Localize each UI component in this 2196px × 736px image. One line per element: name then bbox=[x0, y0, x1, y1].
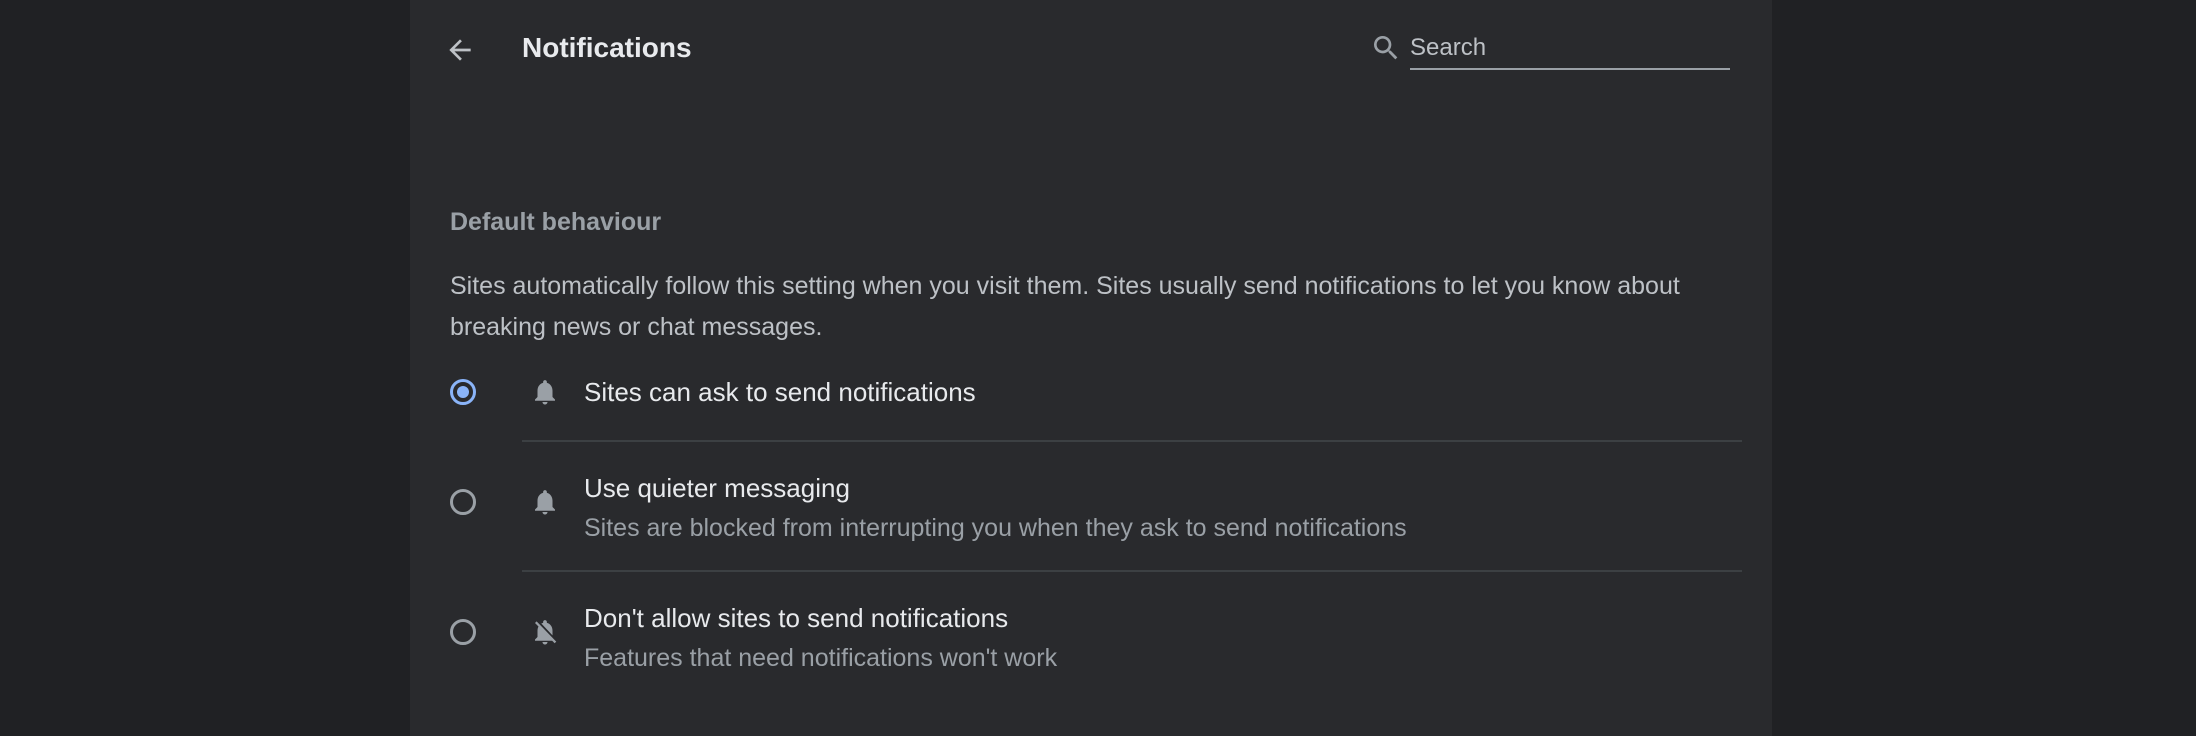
radio-button[interactable] bbox=[450, 379, 476, 405]
divider bbox=[522, 440, 1742, 442]
option-label: Don't allow sites to send notifications bbox=[584, 603, 1009, 633]
bell-off-icon bbox=[535, 620, 557, 645]
radio-button[interactable] bbox=[450, 619, 476, 645]
search-icon bbox=[1374, 36, 1398, 60]
bell-icon bbox=[535, 490, 555, 515]
search-input[interactable] bbox=[1410, 28, 1730, 70]
bell-icon bbox=[535, 380, 555, 405]
page-title: Notifications bbox=[522, 32, 692, 63]
back-button[interactable] bbox=[440, 30, 480, 70]
option-label: Use quieter messaging bbox=[584, 473, 850, 503]
option-label: Sites can ask to send notifications bbox=[584, 377, 976, 407]
divider bbox=[522, 570, 1742, 572]
radio-button[interactable] bbox=[450, 489, 476, 515]
section-description: Sites automatically follow this setting … bbox=[450, 272, 1680, 341]
back-arrow-icon bbox=[449, 39, 471, 61]
option-quieter-messaging[interactable]: Use quieter messaging Sites are blocked … bbox=[440, 466, 1742, 548]
option-dont-allow[interactable]: Don't allow sites to send notifications … bbox=[440, 596, 1742, 678]
section-heading: Default behaviour bbox=[450, 208, 662, 236]
search-box[interactable] bbox=[1370, 28, 1730, 72]
option-sublabel: Sites are blocked from interrupting you … bbox=[584, 514, 1407, 542]
option-sublabel: Features that need notifications won't w… bbox=[584, 644, 1058, 672]
settings-card: Notifications Default behaviour Sites au… bbox=[410, 0, 1772, 736]
option-sites-can-ask[interactable]: Sites can ask to send notifications bbox=[440, 366, 1742, 418]
